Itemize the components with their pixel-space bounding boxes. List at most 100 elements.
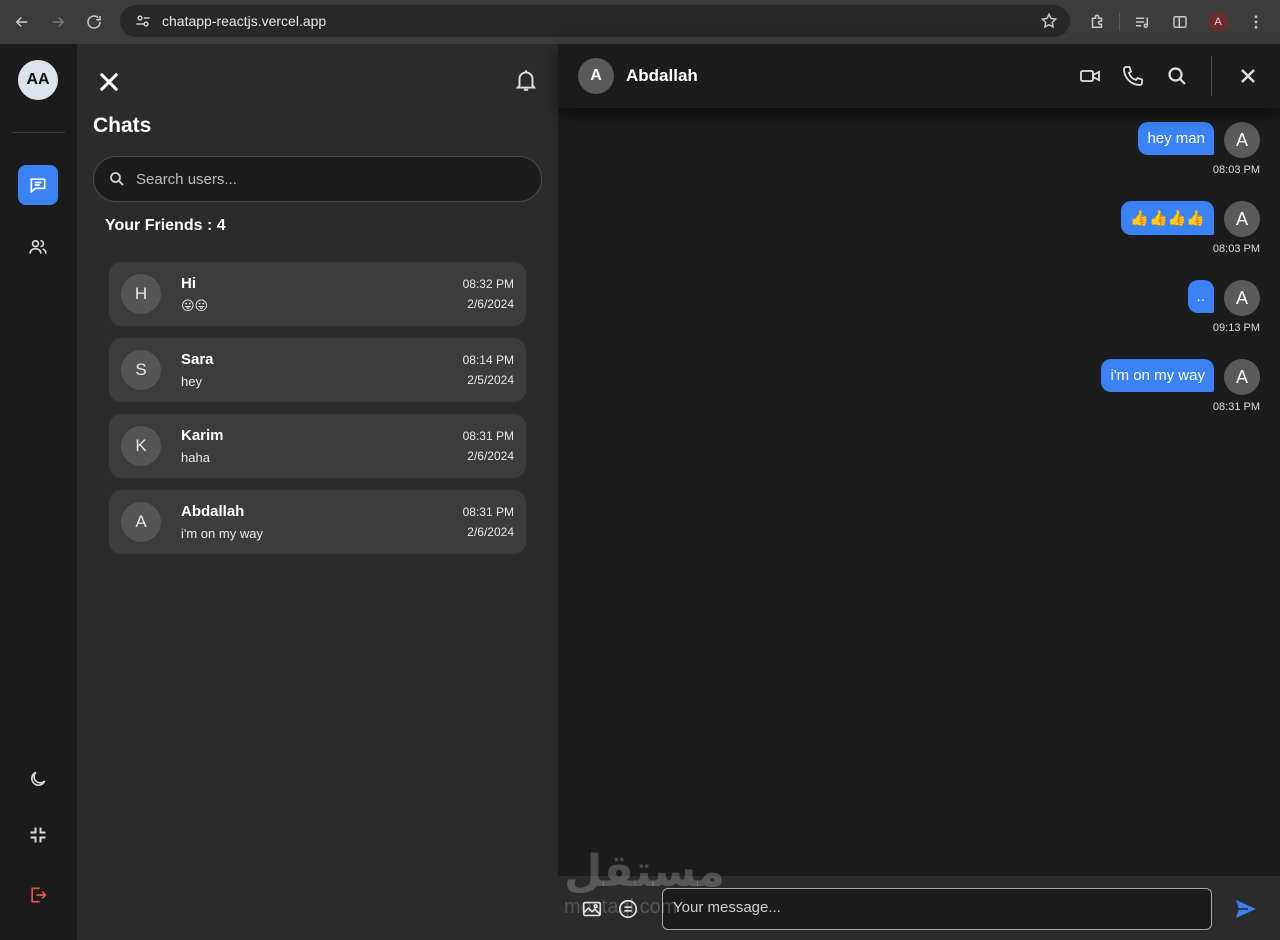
- more-vertical-icon: [1254, 15, 1258, 29]
- friend-name: Hi: [181, 275, 196, 292]
- message-item: i'm on my way A 08:31 PM: [1101, 359, 1260, 413]
- puzzle-icon: [1091, 14, 1103, 28]
- bell-icon[interactable]: [513, 66, 539, 94]
- emoji-icon[interactable]: [617, 898, 639, 920]
- contact-avatar[interactable]: A: [578, 58, 614, 94]
- address-bar[interactable]: chatapp-reactjs.vercel.app: [120, 5, 1070, 37]
- send-icon[interactable]: [1234, 897, 1258, 921]
- message-bubble[interactable]: hey man: [1138, 122, 1214, 155]
- list-item[interactable]: H Hi 😛😛 08:32 PM 2/6/2024: [109, 262, 526, 326]
- nav-rail: AA: [0, 44, 77, 940]
- search-box[interactable]: [93, 156, 542, 202]
- last-message: 😛😛: [181, 298, 209, 313]
- users-icon: [29, 239, 47, 254]
- last-message: haha: [181, 450, 210, 465]
- friends-nav-button[interactable]: [18, 227, 58, 267]
- last-message-date: 2/6/2024: [467, 525, 514, 539]
- last-message-time: 08:32 PM: [462, 277, 514, 291]
- last-message: hey: [181, 374, 202, 389]
- minimize-icon: [30, 827, 46, 843]
- conversation-pane: A Abdallah hey man A 08:03 PM 👍👍👍👍 A 08:…: [558, 44, 1280, 940]
- media-control-button[interactable]: [1126, 6, 1158, 38]
- message-bubble[interactable]: 👍👍👍👍: [1121, 201, 1214, 235]
- search-input[interactable]: [136, 170, 516, 188]
- message-time: 08:03 PM: [1212, 164, 1260, 176]
- avatar: A: [1224, 122, 1260, 158]
- side-panel-button[interactable]: [1164, 6, 1196, 38]
- message-bubble[interactable]: i'm on my way: [1101, 359, 1214, 392]
- avatar: K: [121, 426, 161, 466]
- message-item: 👍👍👍👍 A 08:03 PM: [1121, 201, 1260, 255]
- avatar: A: [121, 502, 161, 542]
- image-upload-icon[interactable]: [581, 898, 603, 920]
- logout-icon: [31, 887, 47, 903]
- message-time: 09:13 PM: [1212, 322, 1260, 334]
- avatar: H: [121, 274, 161, 314]
- profile-button[interactable]: A: [1202, 6, 1234, 38]
- star-icon[interactable]: [1040, 12, 1058, 30]
- rail-divider: [12, 132, 65, 133]
- avatar: A: [1224, 280, 1260, 316]
- message-item: hey man A 08:03 PM: [1138, 122, 1260, 176]
- friend-name: Abdallah: [181, 503, 245, 520]
- url-text[interactable]: chatapp-reactjs.vercel.app: [162, 13, 1040, 29]
- last-message: i'm on my way: [181, 526, 263, 541]
- video-call-icon[interactable]: [1078, 64, 1102, 88]
- message-list: hey man A 08:03 PM 👍👍👍👍 A 08:03 PM .. A …: [558, 108, 1280, 876]
- browser-actions: A: [1081, 6, 1272, 38]
- forward-button[interactable]: [40, 4, 76, 40]
- toolbar-separator: [1119, 13, 1120, 31]
- browser-toolbar: chatapp-reactjs.vercel.app A: [0, 0, 1280, 44]
- header-separator: [1211, 56, 1212, 96]
- chats-nav-button[interactable]: [18, 165, 58, 205]
- phone-icon[interactable]: [1121, 64, 1145, 88]
- message-input[interactable]: [662, 888, 1212, 930]
- list-item[interactable]: K Karim haha 08:31 PM 2/6/2024: [109, 414, 526, 478]
- side-panel-icon: [1173, 16, 1187, 28]
- chats-panel: Chats Your Friends : 4 H Hi 😛😛 08:32 PM …: [77, 44, 558, 940]
- logout-button[interactable]: [18, 875, 58, 915]
- avatar: A: [1224, 359, 1260, 395]
- last-message-date: 2/6/2024: [467, 297, 514, 311]
- arrow-right-icon: [52, 16, 65, 28]
- list-item[interactable]: A Abdallah i'm on my way 08:31 PM 2/6/20…: [109, 490, 526, 554]
- extensions-button[interactable]: [1081, 6, 1113, 38]
- friend-name: Karim: [181, 427, 224, 444]
- playlist-icon: [1136, 17, 1148, 28]
- close-icon[interactable]: [95, 68, 123, 96]
- last-message-time: 08:31 PM: [462, 505, 514, 519]
- browser-menu-button[interactable]: [1240, 6, 1272, 38]
- arrow-left-icon: [15, 16, 28, 28]
- message-bubble[interactable]: ..: [1187, 280, 1214, 313]
- avatar: A: [1224, 201, 1260, 237]
- profile-avatar: A: [1208, 12, 1228, 32]
- friends-count-heading: Your Friends : 4: [105, 217, 226, 234]
- reload-icon: [87, 15, 101, 29]
- last-message-date: 2/5/2024: [467, 373, 514, 387]
- last-message-time: 08:31 PM: [462, 429, 514, 443]
- message-item: .. A 09:13 PM: [1187, 280, 1260, 334]
- search-icon: [110, 172, 124, 186]
- friend-list: H Hi 😛😛 08:32 PM 2/6/2024 S Sara hey 08:…: [109, 262, 526, 566]
- reload-button[interactable]: [76, 4, 112, 40]
- exit-fullscreen-button[interactable]: [18, 815, 58, 855]
- back-button[interactable]: [4, 4, 40, 40]
- message-time: 08:03 PM: [1212, 243, 1260, 255]
- close-icon[interactable]: [1236, 64, 1260, 88]
- last-message-date: 2/6/2024: [467, 449, 514, 463]
- contact-name[interactable]: Abdallah: [626, 66, 698, 86]
- chat-icon: [30, 178, 46, 194]
- search-icon[interactable]: [1165, 64, 1189, 88]
- site-settings-icon[interactable]: [134, 12, 152, 30]
- user-avatar[interactable]: AA: [18, 60, 58, 100]
- page-title: Chats: [93, 114, 152, 137]
- theme-toggle-button[interactable]: [18, 759, 58, 799]
- list-item[interactable]: S Sara hey 08:14 PM 2/5/2024: [109, 338, 526, 402]
- friend-name: Sara: [181, 351, 214, 368]
- conversation-header: A Abdallah: [558, 44, 1280, 108]
- message-composer: [558, 876, 1280, 940]
- message-time: 08:31 PM: [1212, 401, 1260, 413]
- last-message-time: 08:14 PM: [462, 353, 514, 367]
- moon-icon: [31, 771, 46, 786]
- avatar: S: [121, 350, 161, 390]
